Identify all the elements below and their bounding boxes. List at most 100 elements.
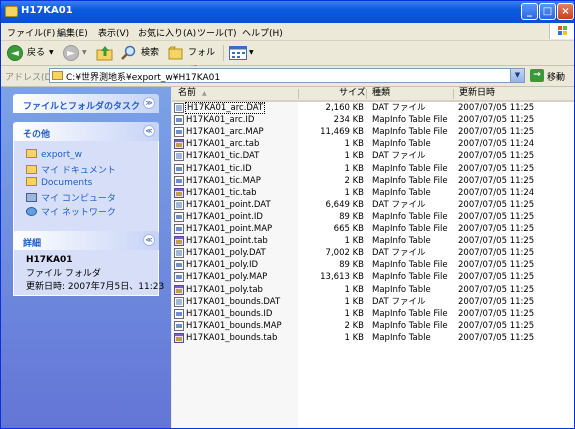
maximize-button[interactable]: □ [539, 3, 556, 20]
task-pane: ファイルとフォルダのタスク ≫ その他 ≪ export_w マイ ドキュメント… [1, 87, 171, 428]
file-size: 1 KB [344, 284, 364, 295]
link-documents[interactable]: Documents [26, 177, 92, 188]
link-my-documents[interactable]: マイ ドキュメント [26, 163, 116, 176]
file-modified: 2007/07/05 11:25 [458, 296, 535, 307]
file-size: 6,649 KB [325, 199, 364, 210]
file-row[interactable]: H17KA01_arc.tab 1 KB MapInfo Table 2007/07/… [172, 138, 574, 150]
file-size: 1 KB [344, 187, 364, 198]
file-row[interactable]: H17KA01_bounds.tab 1 KB MapInfo Table 2007/… [172, 332, 574, 344]
file-row[interactable]: H17KA01_tic.tab 1 KB MapInfo Table 2007/07/… [172, 187, 574, 199]
go-arrow-icon[interactable]: → [530, 69, 544, 82]
forward-button[interactable]: ► ▼ [63, 44, 89, 62]
menu-edit[interactable]: 編集(E) [57, 26, 88, 39]
column-type-label: 種類 [372, 88, 391, 98]
details-header[interactable]: 詳細 ≪ [13, 231, 159, 250]
file-row[interactable]: H17KA01_poly.ID 89 KB MapInfo Table File 20… [172, 259, 574, 271]
file-modified: 2007/07/05 11:25 [458, 320, 535, 331]
file-name: H17KA01_point.MAP [186, 224, 273, 234]
file-tasks-header[interactable]: ファイルとフォルダのタスク ≫ [13, 94, 159, 113]
file-modified: 2007/07/05 11:25 [458, 115, 535, 126]
file-size: 1 KB [344, 308, 364, 319]
menu-help[interactable]: ヘルプ(H) [242, 26, 283, 39]
file-row[interactable]: H17KA01_poly.DAT 7,002 KB DAT ファイル 2007/07/… [172, 247, 574, 259]
close-button[interactable]: × [557, 3, 574, 20]
file-row[interactable]: H17KA01_arc.DAT 2,160 KB DAT ファイル 2007/07/0… [172, 102, 574, 114]
file-modified: 2007/07/05 11:25 [458, 284, 535, 295]
file-row[interactable]: H17KA01_poly.MAP 13,613 KB MapInfo Table F… [172, 271, 574, 283]
file-type: MapInfo Table [372, 139, 431, 150]
collapse-chevron-icon[interactable]: ≪ [143, 234, 155, 246]
file-row[interactable]: H17KA01_point.MAP 665 KB MapInfo Table Fil… [172, 223, 574, 235]
minimize-button[interactable]: _ [521, 3, 538, 20]
file-size: 89 KB [339, 211, 364, 222]
views-button[interactable]: ▼ [229, 44, 255, 62]
back-arrow-icon: ◄ [7, 45, 23, 61]
file-size: 1 KB [344, 296, 364, 307]
expand-chevron-icon[interactable]: ≫ [143, 97, 155, 109]
file-modified: 2007/07/05 11:25 [458, 260, 535, 271]
file-list[interactable]: 名前 ▲ サイズ 種類 更新日時 H17KA01_arc.DAT 2,160 KB… [172, 87, 574, 428]
menu-file[interactable]: ファイル(F) [7, 26, 55, 39]
address-dropdown-icon[interactable]: ▼ [510, 69, 524, 82]
file-row[interactable]: H17KA01_point.ID 89 KB MapInfo Table File 2… [172, 211, 574, 223]
folders-button[interactable]: フォルダ [168, 44, 218, 76]
column-size[interactable]: サイズ [299, 87, 366, 102]
file-row[interactable]: H17KA01_poly.tab 1 KB MapInfo Table 2007/07… [172, 284, 574, 296]
collapse-chevron-icon[interactable]: ≪ [143, 125, 155, 137]
link-export-w[interactable]: export_w [26, 149, 82, 160]
menu-view[interactable]: 表示(V) [98, 26, 129, 39]
forward-dropdown-icon[interactable]: ▼ [82, 44, 87, 62]
my-network-icon [26, 207, 37, 216]
file-modified: 2007/07/05 11:25 [458, 163, 535, 174]
file-name: H17KA01_point.DAT [186, 199, 271, 210]
dat-file-icon [174, 296, 184, 307]
file-name: H17KA01_tic.MAP [186, 175, 261, 186]
file-type: MapInfo Table [372, 187, 431, 198]
mapinfo-file-icon [174, 308, 184, 319]
file-row[interactable]: H17KA01_bounds.MAP 2 KB MapInfo Table File… [172, 320, 574, 332]
file-name: H17KA01_arc.DAT [185, 102, 266, 114]
search-label: 検索 [141, 48, 160, 58]
sort-ascending-icon: ▲ [202, 90, 207, 97]
mapinfo-file-icon [174, 320, 184, 331]
mapinfo-table-icon [174, 284, 184, 295]
file-row[interactable]: H17KA01_tic.DAT 1 KB DAT ファイル 2007/07/05 11… [172, 150, 574, 162]
file-row[interactable]: H17KA01_bounds.ID 1 KB MapInfo Table File 2… [172, 308, 574, 320]
column-type[interactable]: 種類 [367, 87, 453, 102]
other-places-header[interactable]: その他 ≪ [13, 122, 159, 141]
file-modified: 2007/07/05 11:25 [458, 248, 535, 259]
file-row[interactable]: H17KA01_arc.ID 234 KB MapInfo Table File 20… [172, 114, 574, 126]
back-dropdown-icon[interactable]: ▼ [49, 44, 54, 62]
file-name: H17KA01_bounds.ID [186, 308, 273, 319]
file-row[interactable]: H17KA01_point.tab 1 KB MapInfo Table 2007/0… [172, 235, 574, 247]
other-places-panel: その他 ≪ export_w マイ ドキュメント Documents マイ コン… [13, 122, 159, 246]
mapinfo-file-icon [174, 224, 184, 234]
my-computer-icon [26, 193, 37, 202]
address-path[interactable]: C:¥世界測地系¥export_w¥H17KA01 [66, 70, 220, 83]
link-my-network[interactable]: マイ ネットワーク [26, 205, 116, 218]
title-bar[interactable]: H17KA01 _ □ × [1, 1, 574, 23]
file-type: MapInfo Table File [372, 308, 448, 319]
back-button[interactable]: ◄ 戻る ▼ [7, 44, 57, 62]
toolbar: ◄ 戻る ▼ ► ▼ 検索 フォルダ [1, 41, 574, 76]
file-row[interactable]: H17KA01_bounds.DAT 1 KB DAT ファイル 2007/07/05… [172, 296, 574, 308]
menu-tools[interactable]: ツール(T) [197, 26, 237, 39]
address-input[interactable]: C:¥世界測地系¥export_w¥H17KA01 ▼ [49, 68, 525, 83]
menu-favorites[interactable]: お気に入り(A) [138, 26, 196, 39]
search-button[interactable]: 検索 [121, 44, 165, 62]
file-row[interactable]: H17KA01_point.DAT 6,649 KB DAT ファイル 2007/07… [172, 199, 574, 211]
column-modified[interactable]: 更新日時 [454, 87, 574, 102]
file-modified: 2007/07/05 11:25 [458, 151, 535, 162]
file-size: 1 KB [344, 151, 364, 162]
up-folder-button[interactable] [96, 44, 114, 62]
file-row[interactable]: H17KA01_arc.MAP 11,469 KB MapInfo Table Fi… [172, 126, 574, 138]
file-name: H17KA01_tic.DAT [186, 151, 260, 162]
file-row[interactable]: H17KA01_tic.ID 1 KB MapInfo Table File 2007… [172, 163, 574, 175]
file-row[interactable]: H17KA01_tic.MAP 2 KB MapInfo Table File 200… [172, 175, 574, 187]
file-type: MapInfo Table File [372, 115, 448, 126]
link-my-computer[interactable]: マイ コンピュータ [26, 191, 116, 204]
file-name: H17KA01_tic.tab [186, 187, 257, 198]
go-button[interactable]: 移動 [547, 70, 565, 83]
file-size: 665 KB [333, 224, 364, 234]
column-name[interactable]: 名前 ▲ [172, 87, 298, 102]
